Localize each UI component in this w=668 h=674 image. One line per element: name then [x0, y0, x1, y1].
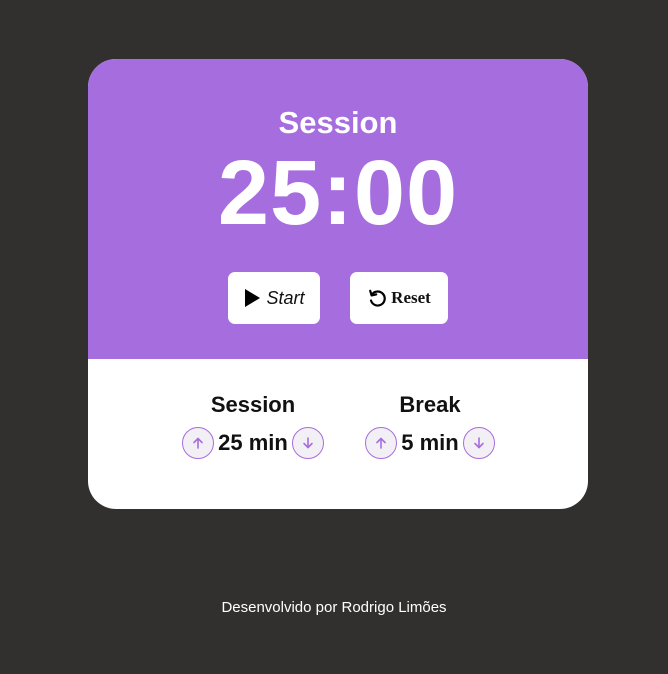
break-setting: Break 5 min [360, 391, 500, 459]
break-stepper: 5 min [360, 427, 500, 459]
timer-label: Session [278, 105, 398, 140]
reset-button[interactable]: Reset [350, 272, 448, 324]
session-stepper: 25 min [176, 427, 330, 459]
session-length-value: 25 min [218, 430, 288, 455]
session-title: Session [210, 392, 296, 417]
arrow-up-icon [193, 437, 203, 449]
play-icon [243, 288, 261, 308]
settings-panel: Session 25 min Break 5 min [88, 359, 588, 509]
reset-icon [367, 288, 387, 308]
arrow-up-icon [376, 437, 387, 449]
break-increment-button[interactable] [365, 427, 398, 459]
arrow-down-icon [473, 437, 484, 449]
reset-button-label: Reset [391, 288, 431, 307]
session-increment-button[interactable] [182, 427, 215, 459]
footer-credit: Desenvolvido por Rodrigo Limões [221, 599, 447, 616]
break-title: Break [399, 392, 461, 417]
session-setting: Session 25 min [176, 391, 330, 459]
start-button-label: Start [266, 287, 305, 308]
break-length-value: 5 min [401, 430, 459, 455]
timer-panel: Session 25:00 Start Reset [88, 59, 588, 359]
arrow-down-icon [303, 437, 313, 449]
start-button[interactable]: Start [228, 272, 320, 324]
pomodoro-card: Session 25:00 Start Reset Session 25 min… [88, 59, 588, 509]
break-decrement-button[interactable] [462, 427, 495, 459]
session-decrement-button[interactable] [291, 427, 324, 459]
timer-display: 25:00 [217, 142, 459, 244]
